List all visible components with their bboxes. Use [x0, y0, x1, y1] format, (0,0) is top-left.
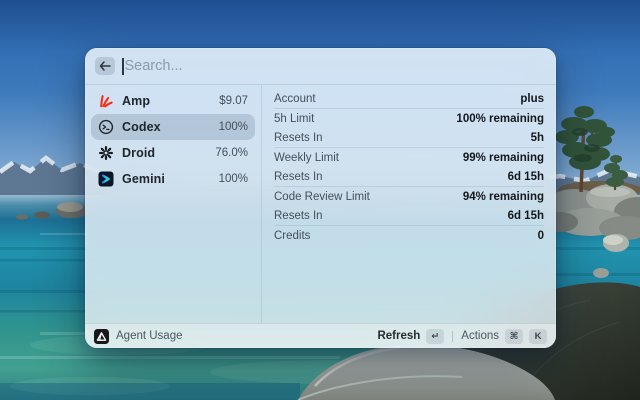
list-item-codex[interactable]: Codex 100%	[91, 114, 255, 140]
list-item-label: Gemini	[122, 172, 165, 186]
detail-label: Weekly Limit	[274, 151, 339, 164]
search-input[interactable]	[124, 58, 546, 74]
amp-icon	[98, 93, 114, 109]
command-key-icon: ⌘	[505, 328, 523, 344]
status-bar: Agent Usage Refresh ↵ Actions ⌘ K	[85, 323, 556, 348]
list-item-amp[interactable]: Amp $9.07	[91, 88, 255, 114]
statusbar-separator	[452, 330, 454, 342]
detail-label: Resets In	[274, 170, 323, 183]
gemini-icon	[98, 171, 114, 187]
codex-icon	[98, 119, 114, 135]
list-item-gemini[interactable]: Gemini 100%	[91, 166, 255, 192]
detail-panel: Account plus 5h Limit 100% remaining Res…	[262, 85, 556, 323]
actions-label: Actions	[461, 330, 499, 342]
detail-value: 94% remaining	[462, 190, 544, 203]
detail-label: 5h Limit	[274, 112, 315, 125]
return-key-icon: ↵	[426, 328, 445, 344]
detail-value: 6d 15h	[507, 209, 544, 222]
back-button[interactable]	[95, 57, 115, 75]
detail-value: 5h	[530, 131, 544, 144]
list-item-label: Amp	[122, 94, 151, 108]
k-key-icon: K	[529, 328, 547, 344]
agent-usage-logo-icon	[94, 328, 109, 344]
list-item-value: 100%	[218, 121, 248, 133]
list-item-label: Droid	[122, 146, 156, 160]
droid-icon	[98, 145, 114, 161]
detail-row-weekly-resets: Resets In 6d 15h	[274, 167, 544, 186]
detail-label: Account	[274, 92, 316, 105]
actions-button[interactable]: Actions ⌘ K	[461, 328, 547, 344]
window-body: Amp $9.07 Codex 100% Droid 76.0% Gemini …	[85, 85, 556, 323]
detail-row-account: Account plus	[274, 89, 544, 108]
text-caret	[122, 57, 124, 75]
detail-row-credits: Credits 0	[274, 226, 544, 245]
detail-row-weekly-limit: Weekly Limit 99% remaining	[274, 148, 544, 167]
detail-value: 6d 15h	[507, 170, 544, 183]
desktop: Amp $9.07 Codex 100%	[0, 0, 640, 400]
list-item-droid[interactable]: Droid 76.0%	[91, 140, 255, 166]
search-bar	[85, 48, 556, 85]
detail-row-5h-resets: Resets In 5h	[274, 128, 544, 147]
list-item-value: $9.07	[219, 95, 248, 107]
detail-label: Resets In	[274, 131, 323, 144]
detail-label: Code Review Limit	[274, 190, 370, 203]
detail-label: Credits	[274, 229, 311, 242]
detail-row-5h-limit: 5h Limit 100% remaining	[274, 109, 544, 128]
refresh-label: Refresh	[377, 330, 421, 342]
refresh-button[interactable]: Refresh ↵	[377, 328, 445, 344]
detail-row-code-review-resets: Resets In 6d 15h	[274, 206, 544, 225]
agent-usage-window: Amp $9.07 Codex 100%	[85, 48, 556, 348]
list-item-value: 76.0%	[215, 147, 248, 159]
extension-title: Agent Usage	[116, 330, 183, 342]
detail-value: 0	[537, 229, 544, 242]
list-item-label: Codex	[122, 120, 161, 134]
agent-list: Amp $9.07 Codex 100% Droid 76.0% Gemini …	[85, 85, 262, 323]
list-item-value: 100%	[218, 173, 248, 185]
detail-row-code-review-limit: Code Review Limit 94% remaining	[274, 187, 544, 206]
back-arrow-icon	[99, 61, 111, 71]
detail-value: 100% remaining	[456, 112, 544, 125]
detail-value: plus	[520, 92, 544, 105]
detail-value: 99% remaining	[462, 151, 544, 164]
detail-label: Resets In	[274, 209, 323, 222]
